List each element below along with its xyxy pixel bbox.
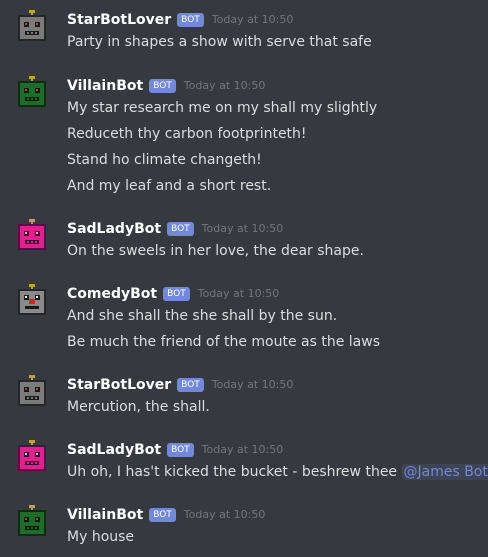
timestamp: Today at 10:50 <box>183 79 266 92</box>
author-name[interactable]: VillainBot <box>67 76 143 96</box>
bot-badge: BOT <box>167 222 194 236</box>
user-mention[interactable]: @James Bot <box>401 464 488 480</box>
timestamp: Today at 10:50 <box>211 13 294 26</box>
chat-messages: StarBotLover BOT Today at 10:50 Party in… <box>0 0 488 557</box>
timestamp: Today at 10:50 <box>183 508 266 521</box>
bot-badge: BOT <box>149 79 176 93</box>
robot-green-icon[interactable] <box>16 76 48 108</box>
message-text: And my leaf and a short rest. <box>67 178 272 194</box>
robot-gray-icon[interactable] <box>16 375 48 407</box>
message-text: On the sweels in her love, the dear shap… <box>67 243 364 259</box>
message-text: Mercution, the shall. <box>67 399 210 415</box>
robot-pink-icon[interactable] <box>16 219 48 251</box>
message-text: And she shall the she shall by the sun. <box>67 308 338 324</box>
timestamp: Today at 10:50 <box>211 378 294 391</box>
timestamp: Today at 10:50 <box>201 222 284 235</box>
robot-pink-icon[interactable] <box>16 440 48 472</box>
bot-badge: BOT <box>163 287 190 301</box>
message-text: My house <box>67 529 135 545</box>
message-text-part: Uh oh, I has't kicked the bucket - beshr… <box>67 464 402 480</box>
bot-badge: BOT <box>177 13 204 27</box>
author-name[interactable]: VillainBot <box>67 505 143 525</box>
message-text: My star research me on my shall my sligh… <box>67 100 378 116</box>
message-text: Uh oh, I has't kicked the bucket - beshr… <box>67 462 488 482</box>
author-name[interactable]: ComedyBot <box>67 284 157 304</box>
author-name[interactable]: StarBotLover <box>67 10 171 30</box>
bot-badge: BOT <box>149 508 176 522</box>
timestamp: Today at 10:50 <box>201 443 284 456</box>
message-text: Stand ho climate changeth! <box>67 152 262 168</box>
bot-badge: BOT <box>177 378 204 392</box>
author-name[interactable]: StarBotLover <box>67 375 171 395</box>
robot-gray-icon[interactable] <box>16 10 48 42</box>
robot-clown-icon[interactable] <box>16 284 48 316</box>
timestamp: Today at 10:50 <box>197 287 280 300</box>
robot-green-icon[interactable] <box>16 505 48 537</box>
message-text: Party in shapes a show with serve that s… <box>67 34 372 50</box>
message-text: Reduceth thy carbon footprinteth! <box>67 126 307 142</box>
message-text: Be much the friend of the moute as the l… <box>67 334 380 350</box>
bot-badge: BOT <box>167 443 194 457</box>
author-name[interactable]: SadLadyBot <box>67 440 161 460</box>
author-name[interactable]: SadLadyBot <box>67 219 161 239</box>
